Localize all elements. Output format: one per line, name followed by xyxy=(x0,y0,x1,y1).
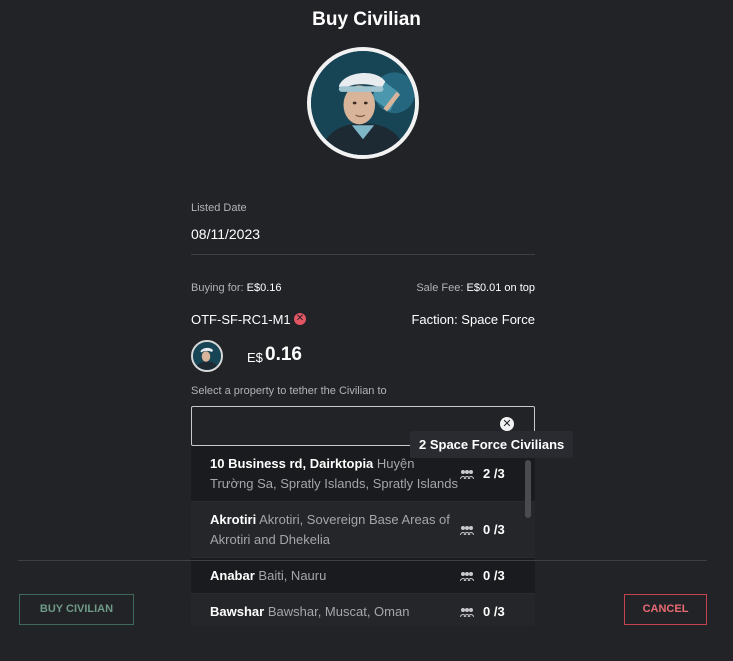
civilians-tooltip: 2 Space Force Civilians xyxy=(410,431,574,458)
price-value: 0.16 xyxy=(265,344,302,365)
clear-circle-icon[interactable]: ✕ xyxy=(500,417,514,431)
option-detail: Baiti, Nauru xyxy=(258,568,327,583)
cancel-button[interactable]: CANCEL xyxy=(624,594,707,625)
property-select-label: Select a property to tether the Civilian… xyxy=(191,385,387,397)
footer-divider xyxy=(18,560,707,561)
civilian-avatar xyxy=(307,47,419,159)
listed-date-label: Listed Date xyxy=(191,202,247,214)
civilians-group-icon xyxy=(460,608,474,617)
dialog-title: Buy Civilian xyxy=(312,9,421,30)
option-name: Anabar xyxy=(210,568,255,583)
dropdown-scrollbar[interactable] xyxy=(525,460,531,518)
buying-for-value: E$0.16 xyxy=(246,282,282,294)
civilians-group-icon xyxy=(460,572,474,581)
buy-civilian-button[interactable]: BUY CIVILIAN xyxy=(19,594,134,625)
property-option[interactable]: Akrotiri Akrotiri, Sovereign Base Areas … xyxy=(191,502,535,558)
civilians-group-icon xyxy=(460,526,474,535)
option-count: 2 /3 xyxy=(483,466,505,481)
civilian-thumbnail-image xyxy=(193,342,221,370)
price-currency: E$ xyxy=(247,350,263,365)
option-text: 10 Business rd, Dairktopia Huyện Trường … xyxy=(210,454,460,494)
option-name: 10 Business rd, Dairktopia xyxy=(210,456,374,471)
buying-for-label: Buying for: xyxy=(191,282,244,294)
divider xyxy=(191,254,535,255)
option-count: 0 /3 xyxy=(483,568,505,583)
property-option[interactable]: Bawshar Bawshar, Muscat, Oman 0 /3 xyxy=(191,594,535,626)
close-circle-icon[interactable]: ✕ xyxy=(294,313,306,325)
option-count: 0 /3 xyxy=(483,604,505,619)
item-code: OTF-SF-RC1-M1 xyxy=(191,312,291,327)
civilian-avatar-thumbnail xyxy=(191,340,223,372)
property-dropdown-list: 10 Business rd, Dairktopia Huyện Trường … xyxy=(191,446,535,626)
option-text: Bawshar Bawshar, Muscat, Oman xyxy=(210,602,460,622)
option-text: Akrotiri Akrotiri, Sovereign Base Areas … xyxy=(210,510,460,550)
option-name: Akrotiri xyxy=(210,512,257,527)
sale-fee-value: E$0.01 on top xyxy=(466,282,535,294)
option-name: Bawshar xyxy=(210,604,265,619)
buying-for: Buying for: E$0.16 xyxy=(191,282,282,294)
faction-label: Faction: Space Force xyxy=(411,312,535,327)
listed-date-value: 08/11/2023 xyxy=(191,226,261,242)
property-option[interactable]: Anabar Baiti, Nauru 0 /3 xyxy=(191,558,535,594)
civilian-portrait-image xyxy=(311,51,415,155)
option-count: 0 /3 xyxy=(483,522,505,537)
civilians-group-icon xyxy=(460,470,474,479)
option-text: Anabar Baiti, Nauru xyxy=(210,566,460,586)
option-detail: Bawshar, Muscat, Oman xyxy=(267,604,410,619)
sale-fee-label: Sale Fee: xyxy=(416,282,464,294)
sale-fee: Sale Fee: E$0.01 on top xyxy=(416,282,535,294)
